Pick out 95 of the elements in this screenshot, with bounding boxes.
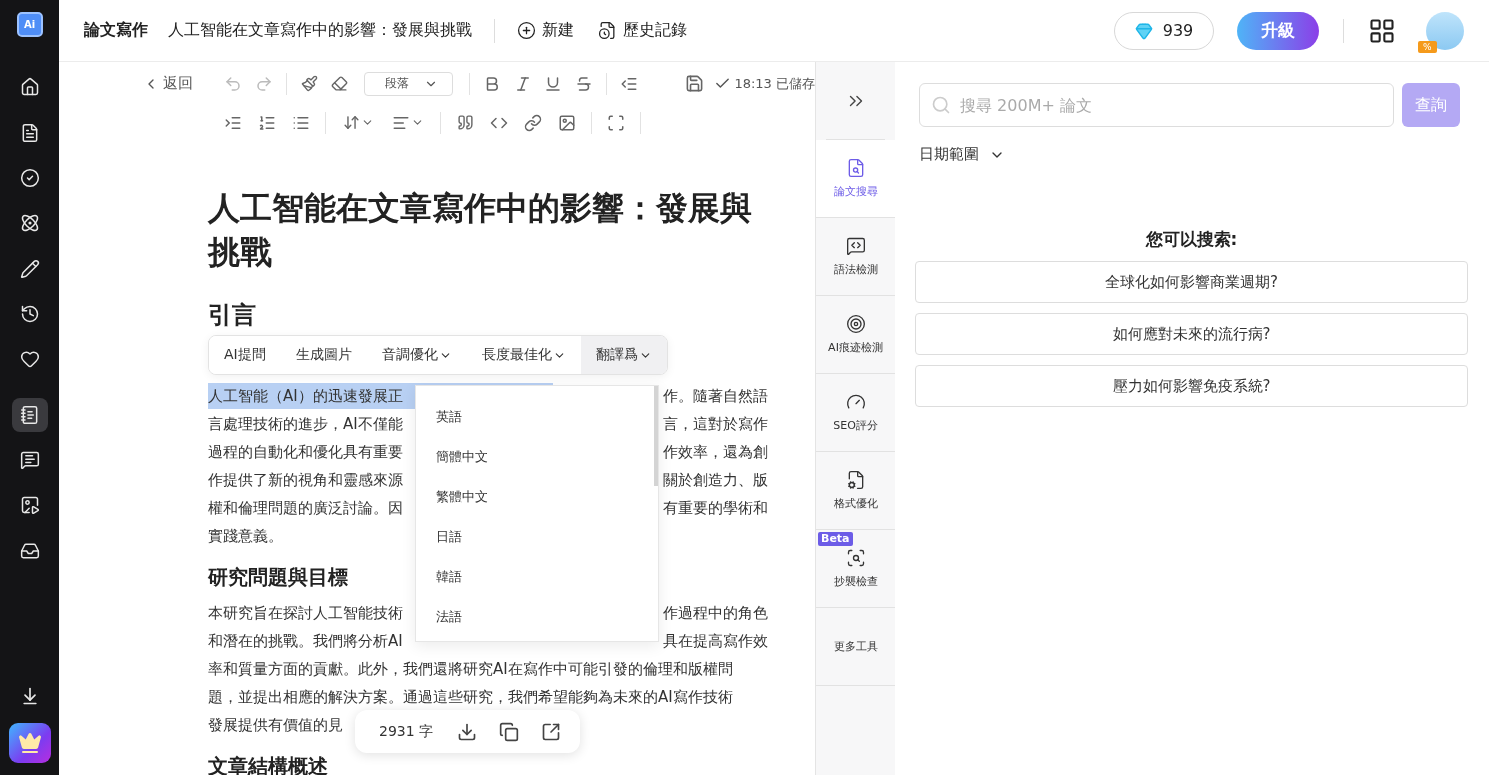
language-option[interactable]: 簡體中文	[416, 437, 658, 477]
history-icon	[19, 303, 40, 324]
paragraph-line: 本研究旨在探討人工智能技術	[208, 603, 403, 624]
crown-icon	[17, 731, 42, 756]
more-tools-tab[interactable]: 更多工具	[816, 608, 895, 686]
upgrade-button[interactable]: 升級	[1237, 11, 1319, 50]
ai-detection-tab[interactable]: AI痕迹檢測	[816, 296, 895, 374]
paragraph-line: 作效率，還為創	[663, 442, 768, 463]
save-status-text: 18:13 已儲存	[734, 74, 815, 93]
back-button[interactable]: 返回	[143, 74, 215, 93]
paragraph-line: 作。隨著自然語	[663, 386, 768, 407]
paragraph-line: 作提供了新的視角和靈感來源	[208, 470, 403, 491]
gem-icon	[1134, 21, 1153, 40]
section-heading: 引言	[208, 300, 256, 331]
date-range-dropdown[interactable]: 日期範圍	[919, 145, 1005, 164]
numbered-list-icon	[258, 113, 276, 132]
document-heading: 人工智能在文章寫作中的影響：發展與挑戰	[208, 188, 753, 273]
paintbrush-icon	[300, 75, 318, 92]
image-icon	[558, 113, 576, 132]
scrollbar-thumb[interactable]	[654, 386, 658, 486]
new-button[interactable]: 新建	[517, 20, 574, 41]
credits-value: 939	[1162, 21, 1194, 40]
suggestion-button[interactable]: 壓力如何影響免疫系統?	[915, 365, 1468, 407]
paragraph-line: 言，這對於寫作	[663, 414, 768, 435]
grid-icon	[1368, 16, 1396, 45]
language-option[interactable]: 韓語	[416, 557, 658, 597]
section-heading: 研究問題與目標	[208, 564, 348, 591]
link-icon	[524, 113, 542, 132]
paragraph-line: 過程的自動化和優化具有重要	[208, 442, 403, 463]
discount-badge: %	[1418, 40, 1437, 53]
ai-toolbar-item[interactable]: 生成圖片	[280, 336, 367, 374]
search-field[interactable]: 搜尋 200M+ 論文	[919, 83, 1394, 127]
section-label: 論文寫作	[84, 20, 148, 41]
paragraph-line: 作過程中的角色	[663, 603, 768, 624]
seo-score-tab[interactable]: SEO評分	[816, 374, 895, 452]
undo-icon	[224, 74, 243, 93]
ai-toolbar-item[interactable]: 音調優化	[366, 336, 467, 374]
plus-circle-icon	[517, 21, 536, 40]
image-icon	[19, 495, 40, 516]
file-clock-icon	[598, 21, 617, 40]
tool-icon	[845, 314, 866, 334]
tool-icon	[845, 548, 866, 568]
paragraph-line: 權和倫理問題的廣泛討論。因	[208, 498, 403, 519]
download-icon	[457, 721, 478, 742]
heart-icon	[19, 349, 40, 370]
word-count: 2931 字	[379, 722, 434, 741]
language-option[interactable]: 日語	[416, 517, 658, 557]
ai-toolbar-item[interactable]: 長度最佳化	[466, 336, 581, 374]
paragraph-line: 題，並提出相應的解決方案。通過這些研究，我們希望能夠為未來的AI寫作技術	[208, 687, 733, 708]
paragraph-line: 率和質量方面的貢獻。此外，我們還將研究AI在寫作中可能引發的倫理和版權問	[208, 659, 733, 680]
apps-button[interactable]	[1368, 16, 1396, 45]
paragraph-line: 和潛在的挑戰。我們將分析AI	[208, 631, 403, 652]
section-heading: 文章結構概述	[208, 753, 328, 775]
block-style-select[interactable]: 段落	[364, 71, 453, 96]
paragraph-line: 有重要的學術和	[663, 498, 768, 519]
search-icon	[931, 95, 951, 115]
plagiarism-tab[interactable]: Beta 抄襲檢查	[816, 530, 895, 608]
underline-icon	[544, 74, 563, 93]
paragraph-line: 關於創造力、版	[663, 470, 768, 491]
ai-toolbar-item[interactable]: AI提問	[209, 336, 281, 374]
line-height-icon	[342, 114, 360, 131]
paragraph-line: 發展提供有價值的見	[208, 715, 343, 736]
redo-icon	[254, 74, 273, 93]
suggestion-button[interactable]: 全球化如何影響商業週期?	[915, 261, 1468, 303]
document-title: 人工智能在文章寫作中的影響：發展與挑戰	[168, 20, 472, 41]
beta-badge: Beta	[818, 532, 853, 546]
quote-icon	[456, 114, 474, 131]
tasks-icon	[19, 167, 40, 188]
paper-search-tab[interactable]: 論文搜尋	[816, 140, 895, 218]
paragraph-line: 具在提高寫作效	[663, 631, 768, 652]
pencil-icon	[19, 258, 40, 279]
save-icon	[684, 74, 704, 93]
paragraph-line: 言處理技術的進步，AI不僅能	[208, 414, 403, 435]
suggestion-button[interactable]: 如何應對未來的流行病?	[915, 313, 1468, 355]
message-icon	[19, 450, 40, 471]
language-option[interactable]: 繁體中文	[416, 477, 658, 517]
ai-toolbar-item[interactable]: 翻譯爲	[580, 336, 667, 374]
copy-icon	[499, 721, 520, 742]
eraser-icon	[331, 75, 349, 92]
language-option[interactable]: 法語	[416, 597, 658, 637]
tool-icon	[845, 470, 866, 490]
home-icon	[19, 77, 40, 98]
history-button[interactable]: 歷史記錄	[598, 20, 687, 41]
notebook-button[interactable]	[11, 397, 48, 432]
tool-icon	[845, 236, 866, 256]
grammar-check-tab[interactable]: 語法檢測	[816, 218, 895, 296]
premium-button[interactable]	[8, 723, 51, 764]
suggestions-title: 您可以搜索:	[1144, 228, 1239, 251]
fullscreen-icon	[607, 113, 625, 132]
paragraph-line: 實踐意義。	[208, 526, 283, 547]
notebook-icon	[19, 404, 40, 425]
atom-icon	[19, 213, 40, 234]
strikethrough-icon	[574, 74, 593, 93]
format-tab[interactable]: 格式優化	[816, 452, 895, 530]
external-link-icon	[541, 721, 562, 742]
